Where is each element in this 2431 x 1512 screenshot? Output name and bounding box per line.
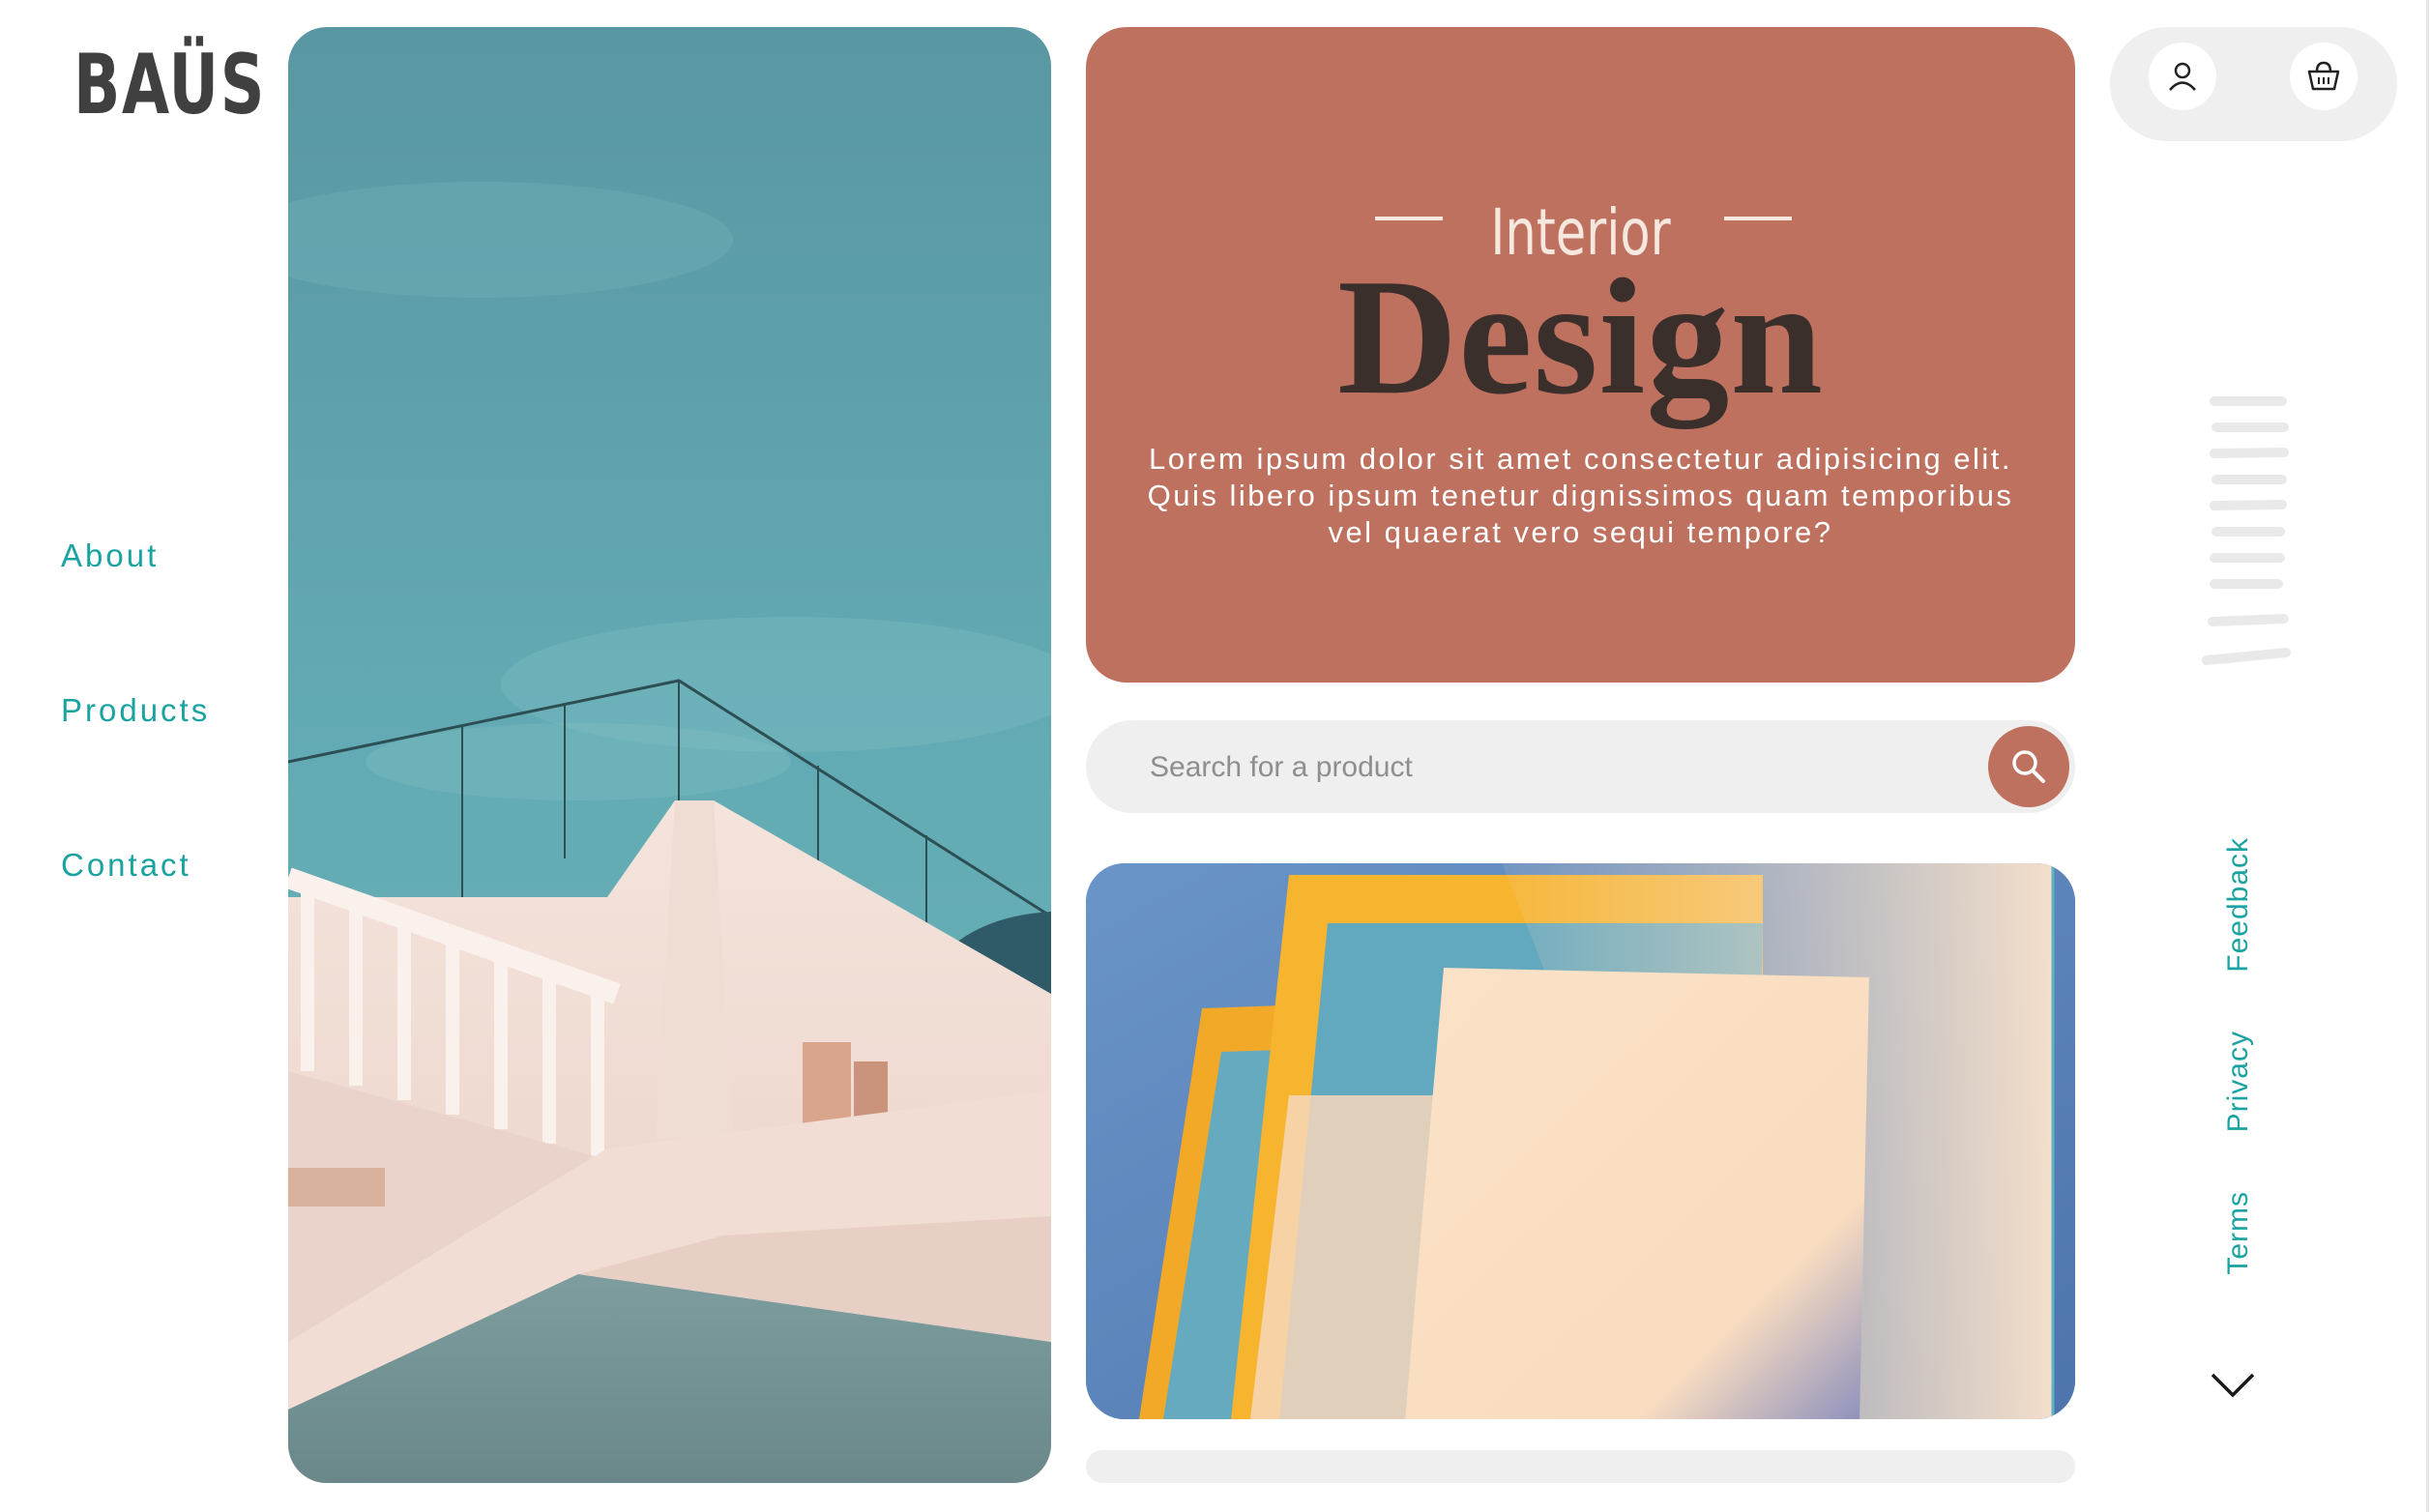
nav-contact[interactable]: Contact <box>61 847 191 884</box>
basket-icon <box>2307 61 2340 91</box>
abstract-photo <box>1086 863 2075 1419</box>
footer-link-terms[interactable]: Terms <box>2222 1191 2255 1275</box>
architecture-photo <box>288 27 1051 1483</box>
search-icon <box>2012 750 2045 783</box>
hamburger-lines-icon[interactable] <box>2195 392 2292 672</box>
chevron-down-icon[interactable] <box>2209 1369 2257 1402</box>
building-illustration <box>288 27 1051 1483</box>
bottom-placeholder-bar <box>1086 1450 2075 1483</box>
account-button[interactable] <box>2149 43 2216 110</box>
search-input[interactable] <box>1148 741 1945 794</box>
brand-logo[interactable]: BAÜS <box>73 37 266 133</box>
nav-products[interactable]: Products <box>61 692 210 729</box>
search-button[interactable] <box>1988 726 2069 807</box>
search-bar <box>1086 720 2075 813</box>
cart-button[interactable] <box>2290 43 2358 110</box>
page-scrollbar[interactable] <box>2426 0 2429 1512</box>
abstract-papers-illustration <box>1086 863 2075 1419</box>
nav-about[interactable]: About <box>61 538 159 574</box>
user-icon <box>2169 62 2196 91</box>
title-dash-right <box>1724 217 1792 220</box>
hero-card: Interior Design Lorem ipsum dolor sit am… <box>1086 27 2075 683</box>
header-icon-group <box>2110 27 2397 141</box>
footer-link-feedback[interactable]: Feedback <box>2222 837 2255 973</box>
footer-link-privacy[interactable]: Privacy <box>2222 1031 2255 1132</box>
hero-title: Design <box>1337 246 1824 429</box>
hero-description: Lorem ipsum dolor sit amet consectetur a… <box>1147 442 2014 549</box>
